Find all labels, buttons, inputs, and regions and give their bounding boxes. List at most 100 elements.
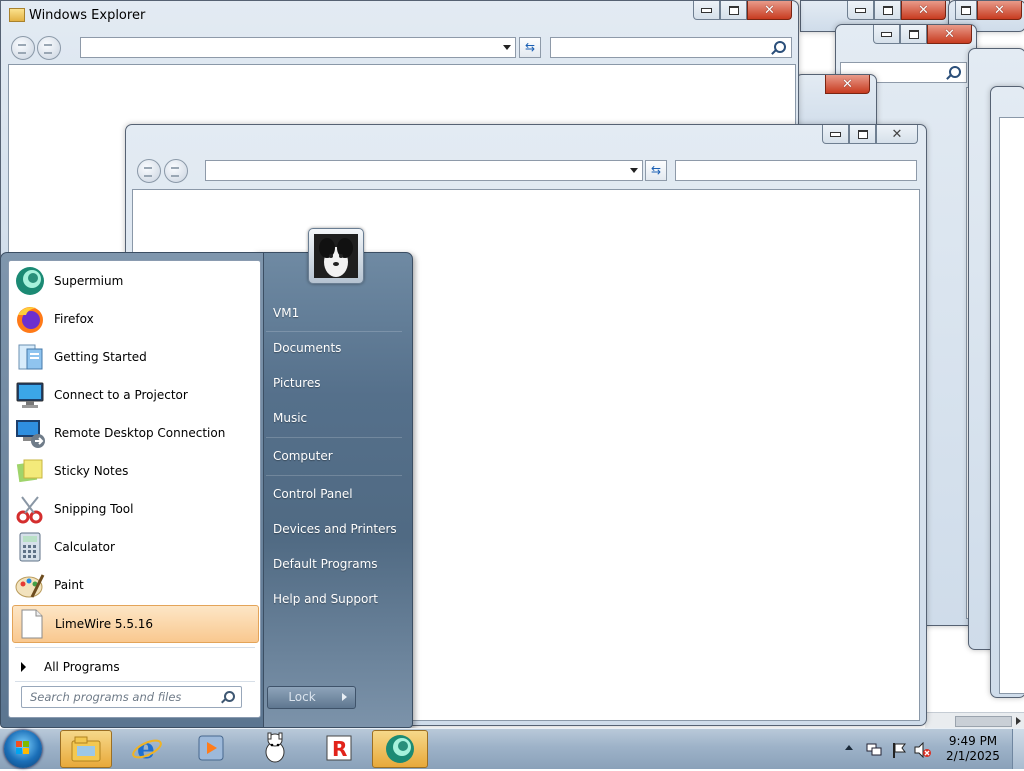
refresh-button[interactable]: ⇆ [519,37,541,58]
firefox-icon [14,303,46,335]
start-button[interactable] [4,730,42,768]
snipping-tool-icon [14,493,46,525]
action-center-flag-icon[interactable] [892,742,906,758]
link-control-panel[interactable]: Control Panel [273,487,353,501]
horizontal-scrollbar[interactable] [925,712,1024,728]
window-title: Windows Explorer [29,8,146,23]
link-devices-printers[interactable]: Devices and Printers [273,522,397,536]
back-button[interactable] [137,159,161,183]
program-item-supermium[interactable]: Supermium [12,263,257,299]
close-button[interactable]: ✕ [876,125,918,144]
explorer-window-back-5[interactable] [990,86,1024,698]
maximize-button[interactable] [849,125,876,144]
minimize-button[interactable] [873,25,900,44]
volume-muted-icon[interactable] [914,741,932,759]
program-label: Sticky Notes [54,464,129,478]
system-clock[interactable]: 9:49 PM 2/1/2025 [938,734,1008,764]
back-button[interactable] [11,36,35,60]
media-player-icon [198,735,224,761]
calculator-icon [14,531,46,563]
taskbar: e R 9:49 PM 2/1/2025 [0,728,1024,769]
program-item-remote-desktop[interactable]: Remote Desktop Connection [12,415,257,451]
all-programs-button[interactable]: All Programs [15,655,255,679]
program-item-firefox[interactable]: Firefox [12,301,257,337]
program-label: Getting Started [54,350,147,364]
program-item-getting-started[interactable]: Getting Started [12,339,257,375]
link-help-support[interactable]: Help and Support [273,592,378,606]
address-bar[interactable] [205,160,643,181]
show-desktop-button[interactable] [1012,729,1024,769]
all-programs-label: All Programs [44,660,120,674]
lock-button[interactable]: Lock [267,686,337,709]
program-label: Connect to a Projector [54,388,188,402]
start-menu: Supermium Firefox Getting Started Connec… [0,228,413,728]
user-avatar[interactable] [308,228,364,284]
maximize-button[interactable] [720,1,747,20]
network-icon[interactable] [866,743,882,757]
roblox-icon: R [326,735,352,761]
address-bar[interactable] [80,37,516,58]
taskbar-roblox-button[interactable]: R [314,730,364,766]
start-search-input[interactable]: Search programs and files [21,686,242,708]
search-box[interactable] [550,37,792,58]
clock-date: 2/1/2025 [946,749,1000,763]
dog-avatar-image [314,234,358,278]
taskbar-explorer-button[interactable] [60,730,112,768]
program-item-sticky-notes[interactable]: Sticky Notes [12,453,257,489]
close-button[interactable]: ✕ [977,1,1022,20]
forward-button[interactable] [37,36,61,60]
minimize-button[interactable] [693,1,720,20]
sticky-notes-icon [14,455,46,487]
show-hidden-icons-button[interactable] [845,745,853,750]
search-icon [224,691,235,702]
close-button[interactable]: ✕ [747,1,792,20]
supermium-icon [14,265,46,297]
link-documents[interactable]: Documents [273,341,341,355]
close-button[interactable]: ✕ [901,1,946,20]
chevron-down-icon[interactable] [630,168,638,173]
link-vm1[interactable]: VM1 [273,306,299,320]
search-box[interactable] [675,160,917,181]
taskbar-supermium-button[interactable] [372,730,428,768]
explorer-icon [71,736,101,762]
program-item-calculator[interactable]: Calculator [12,529,257,565]
search-icon [949,66,961,78]
taskbar-ie-button[interactable]: e [122,730,172,766]
remote-desktop-icon [14,417,46,449]
program-label: LimeWire 5.5.16 [55,617,154,631]
forward-button[interactable] [164,159,188,183]
close-button[interactable]: ✕ [927,25,972,44]
internet-explorer-icon: e [132,732,162,764]
shutdown-options-arrow-icon[interactable] [335,686,356,709]
svg-text:R: R [332,737,347,761]
start-menu-programs-pane: Supermium Firefox Getting Started Connec… [8,260,261,718]
supermium-icon [386,735,414,763]
refresh-button[interactable]: ⇆ [645,160,667,181]
program-item-projector[interactable]: Connect to a Projector [12,377,257,413]
link-default-programs[interactable]: Default Programs [273,557,378,571]
taskbar-alpaca-button[interactable] [250,730,300,766]
maximize-button[interactable] [874,1,901,20]
link-music[interactable]: Music [273,411,307,425]
minimize-button[interactable] [847,1,874,20]
program-item-limewire[interactable]: LimeWire 5.5.16 [12,605,259,643]
maximize-button[interactable] [900,25,927,44]
document-icon [15,608,47,640]
chevron-down-icon[interactable] [503,45,511,50]
program-label: Snipping Tool [54,502,134,516]
taskbar-media-player-button[interactable] [186,730,236,766]
link-pictures[interactable]: Pictures [273,376,321,390]
restore-button[interactable] [955,1,977,20]
program-item-snipping-tool[interactable]: Snipping Tool [12,491,257,527]
minimize-button[interactable] [822,125,849,144]
paint-icon [14,569,46,601]
windows-logo-icon [16,741,29,754]
close-button[interactable]: ✕ [825,75,870,94]
program-item-paint[interactable]: Paint [12,567,257,603]
scroll-right-arrow-icon[interactable] [1016,717,1021,725]
search-icon [774,41,786,53]
search-placeholder: Search programs and files [30,690,182,704]
arrow-right-icon [21,662,26,672]
program-label: Supermium [54,274,124,288]
link-computer[interactable]: Computer [273,449,333,463]
